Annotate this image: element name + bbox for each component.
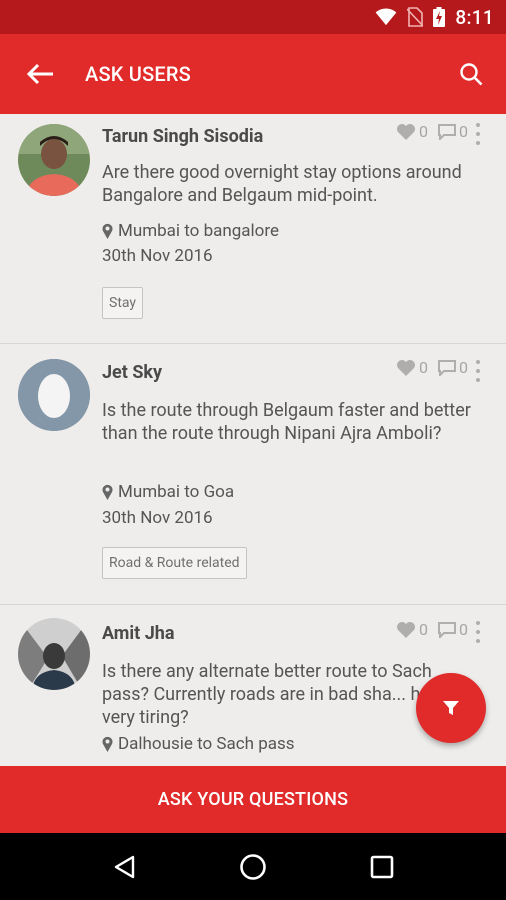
date: 30th Nov 2016 <box>102 508 213 528</box>
comment-count: 0 <box>459 358 468 377</box>
search-button[interactable] <box>436 34 506 114</box>
comment-button[interactable]: 0 <box>438 358 468 377</box>
recents-square-icon <box>370 855 393 878</box>
comment-icon <box>438 359 456 376</box>
no-sim-icon <box>407 7 424 27</box>
status-time: 8:11 <box>455 5 494 29</box>
like-button[interactable]: 0 <box>396 620 428 639</box>
question-text: Is the route through Belgaum faster and … <box>102 400 471 444</box>
question-card[interactable]: Tarun Singh Sisodia 0 0 Are there good o… <box>0 114 506 344</box>
like-button[interactable]: 0 <box>396 358 428 377</box>
route: Mumbai to bangalore <box>102 221 279 241</box>
question-text: Are there good overnight stay options ar… <box>102 162 462 206</box>
battery-charging-icon <box>433 7 446 27</box>
like-count: 0 <box>419 620 428 639</box>
nav-home-button[interactable] <box>223 837 283 897</box>
avatar[interactable] <box>18 124 90 196</box>
arrow-back-icon <box>26 63 53 85</box>
heart-icon <box>397 359 415 376</box>
wifi-icon <box>375 8 397 26</box>
filter-icon <box>443 701 459 715</box>
app-bar: ASK USERS <box>0 34 506 114</box>
route: Mumbai to Goa <box>102 482 234 502</box>
more-options-button[interactable] <box>468 618 488 646</box>
route-text: Dalhousie to Sach pass <box>118 734 295 754</box>
back-button[interactable] <box>0 34 80 114</box>
like-count: 0 <box>419 358 428 377</box>
comment-count: 0 <box>459 122 468 141</box>
comment-button[interactable]: 0 <box>438 122 468 141</box>
nav-back-button[interactable] <box>94 837 154 897</box>
comment-icon <box>438 621 456 638</box>
heart-icon <box>397 123 415 140</box>
location-pin-icon <box>102 484 113 500</box>
questions-feed[interactable]: Tarun Singh Sisodia 0 0 Are there good o… <box>0 114 506 766</box>
page-title: ASK USERS <box>85 62 191 86</box>
search-icon <box>460 63 483 86</box>
user-name[interactable]: Tarun Singh Sisodia <box>102 126 263 147</box>
stats: 0 0 <box>386 620 468 639</box>
user-name[interactable]: Jet Sky <box>102 362 162 383</box>
back-triangle-icon <box>115 855 135 878</box>
tag[interactable]: Stay <box>102 287 144 319</box>
route-text: Mumbai to Goa <box>118 482 235 502</box>
more-options-button[interactable] <box>468 120 488 148</box>
status-bar: 8:11 <box>0 0 506 34</box>
heart-icon <box>397 621 415 638</box>
date: 30th Nov 2016 <box>102 246 213 266</box>
route-text: Mumbai to bangalore <box>118 221 279 241</box>
comment-icon <box>438 123 456 140</box>
filter-button[interactable] <box>416 673 486 743</box>
ask-questions-button[interactable]: ASK YOUR QUESTIONS <box>0 766 506 833</box>
comment-count: 0 <box>459 620 468 639</box>
stats: 0 0 <box>386 122 468 141</box>
route: Dalhousie to Sach pass <box>102 734 295 754</box>
location-pin-icon <box>102 736 113 752</box>
system-nav-bar <box>0 833 506 900</box>
tag[interactable]: Road & Route related <box>102 547 247 579</box>
home-circle-icon <box>240 853 266 880</box>
stats: 0 0 <box>386 358 468 377</box>
more-options-button[interactable] <box>468 357 488 385</box>
like-button[interactable]: 0 <box>396 122 428 141</box>
nav-recents-button[interactable] <box>352 837 412 897</box>
location-pin-icon <box>102 223 113 239</box>
comment-button[interactable]: 0 <box>438 620 468 639</box>
avatar[interactable] <box>18 618 90 690</box>
like-count: 0 <box>419 122 428 141</box>
avatar[interactable] <box>18 359 90 431</box>
user-name[interactable]: Amit Jha <box>102 623 175 644</box>
question-card[interactable]: Jet Sky 0 0 Is the route through Belgaum… <box>0 344 506 605</box>
